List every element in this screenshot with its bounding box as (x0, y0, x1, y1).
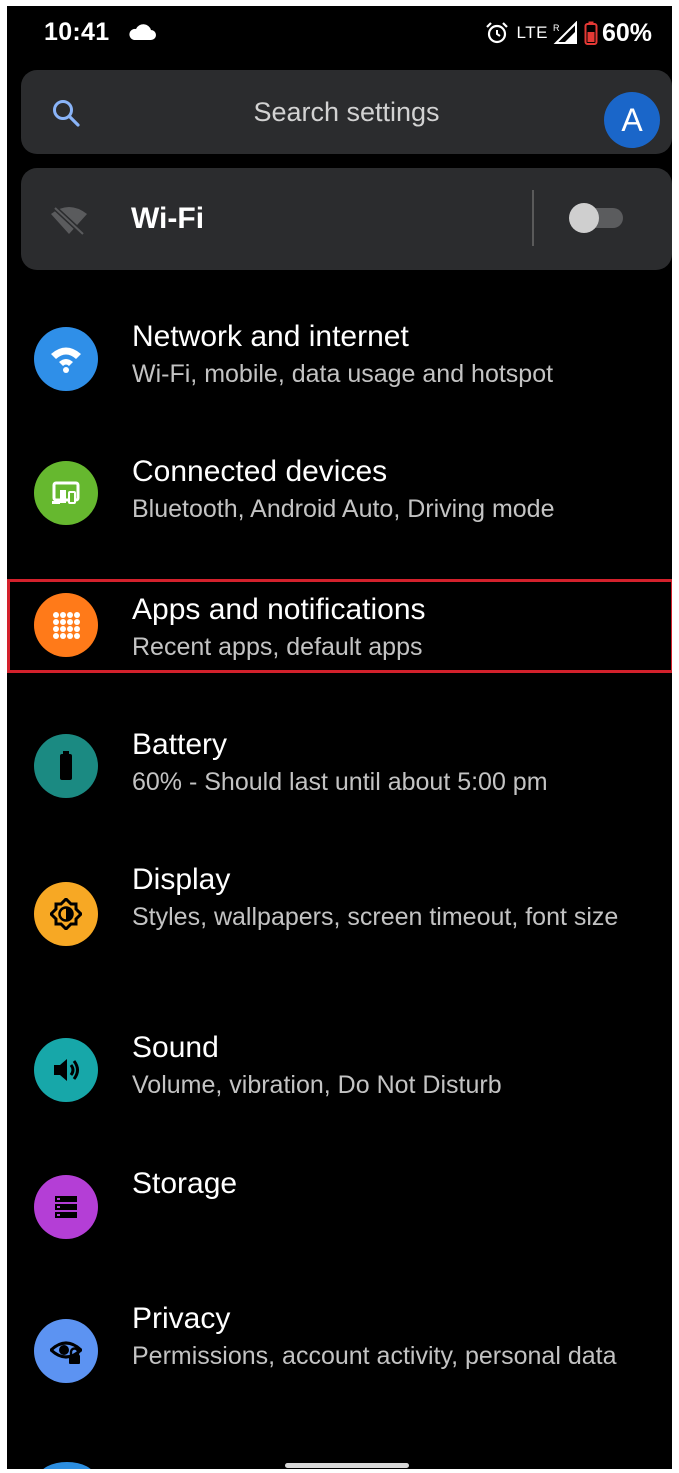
setting-subtitle: Bluetooth, Android Auto, Driving mode (132, 495, 555, 523)
setting-connected-devices[interactable]: Connected devices Bluetooth, Android Aut… (7, 442, 672, 562)
storage-icon (34, 1175, 98, 1239)
alarm-icon (485, 22, 508, 44)
setting-battery[interactable]: Battery 60% - Should last until about 5:… (7, 714, 672, 834)
setting-title: Battery (132, 728, 228, 761)
account-avatar[interactable]: A (604, 92, 660, 148)
devices-icon (34, 461, 98, 525)
highlight-box (7, 579, 672, 673)
setting-title: Sound (132, 1031, 219, 1064)
battery-percent: 60% (601, 18, 652, 47)
volume-icon (34, 1038, 98, 1102)
setting-title: Display (132, 863, 231, 896)
setting-title: Connected devices (132, 455, 388, 488)
setting-subtitle: 60% - Should last until about 5:00 pm (132, 768, 548, 796)
wifi-label: Wi-Fi (131, 202, 205, 235)
status-time: 10:41 (44, 18, 110, 46)
cloud-icon (129, 24, 156, 40)
setting-display[interactable]: Display Styles, wallpapers, screen timeo… (7, 849, 672, 999)
wifi-quick-tile[interactable]: Wi-Fi (21, 168, 672, 270)
setting-title: Privacy (132, 1302, 231, 1335)
settings-screen: 10:41 LTE R 60% Search settings A Wi-Fi … (7, 6, 672, 1469)
search-placeholder[interactable]: Search settings (21, 97, 672, 128)
setting-network-and-internet[interactable]: Network and internet Wi-Fi, mobile, data… (7, 306, 672, 426)
svg-text:R: R (553, 23, 560, 33)
setting-subtitle: Wi-Fi, mobile, data usage and hotspot (132, 360, 554, 388)
setting-subtitle: Permissions, account activity, personal … (132, 1342, 617, 1370)
privacy-eye-icon (34, 1319, 98, 1383)
divider (532, 190, 534, 246)
wifi-off-icon (51, 206, 87, 236)
wifi-toggle[interactable] (569, 203, 623, 233)
status-bar: 10:41 LTE R 60% (7, 6, 672, 64)
battery-icon (584, 21, 598, 45)
brightness-icon (34, 882, 98, 946)
toggle-knob[interactable] (569, 203, 599, 233)
search-bar[interactable]: Search settings A (21, 70, 672, 154)
setting-privacy[interactable]: Privacy Permissions, account activity, p… (7, 1288, 672, 1438)
next-setting-icon-partial (39, 1462, 95, 1469)
setting-subtitle: Volume, vibration, Do Not Disturb (132, 1071, 502, 1099)
setting-title: Network and internet (132, 320, 409, 353)
home-gesture-bar[interactable] (285, 1463, 409, 1468)
setting-subtitle: Styles, wallpapers, screen timeout, font… (132, 903, 619, 931)
signal-icon: R (553, 21, 577, 44)
setting-storage[interactable]: Storage (7, 1153, 672, 1273)
wifi-icon (34, 327, 98, 391)
setting-title: Storage (132, 1167, 238, 1200)
battery-icon (34, 734, 98, 798)
network-type: LTE (516, 23, 548, 42)
status-right-group: LTE R 60% (485, 16, 652, 50)
setting-sound[interactable]: Sound Volume, vibration, Do Not Disturb (7, 1017, 672, 1137)
